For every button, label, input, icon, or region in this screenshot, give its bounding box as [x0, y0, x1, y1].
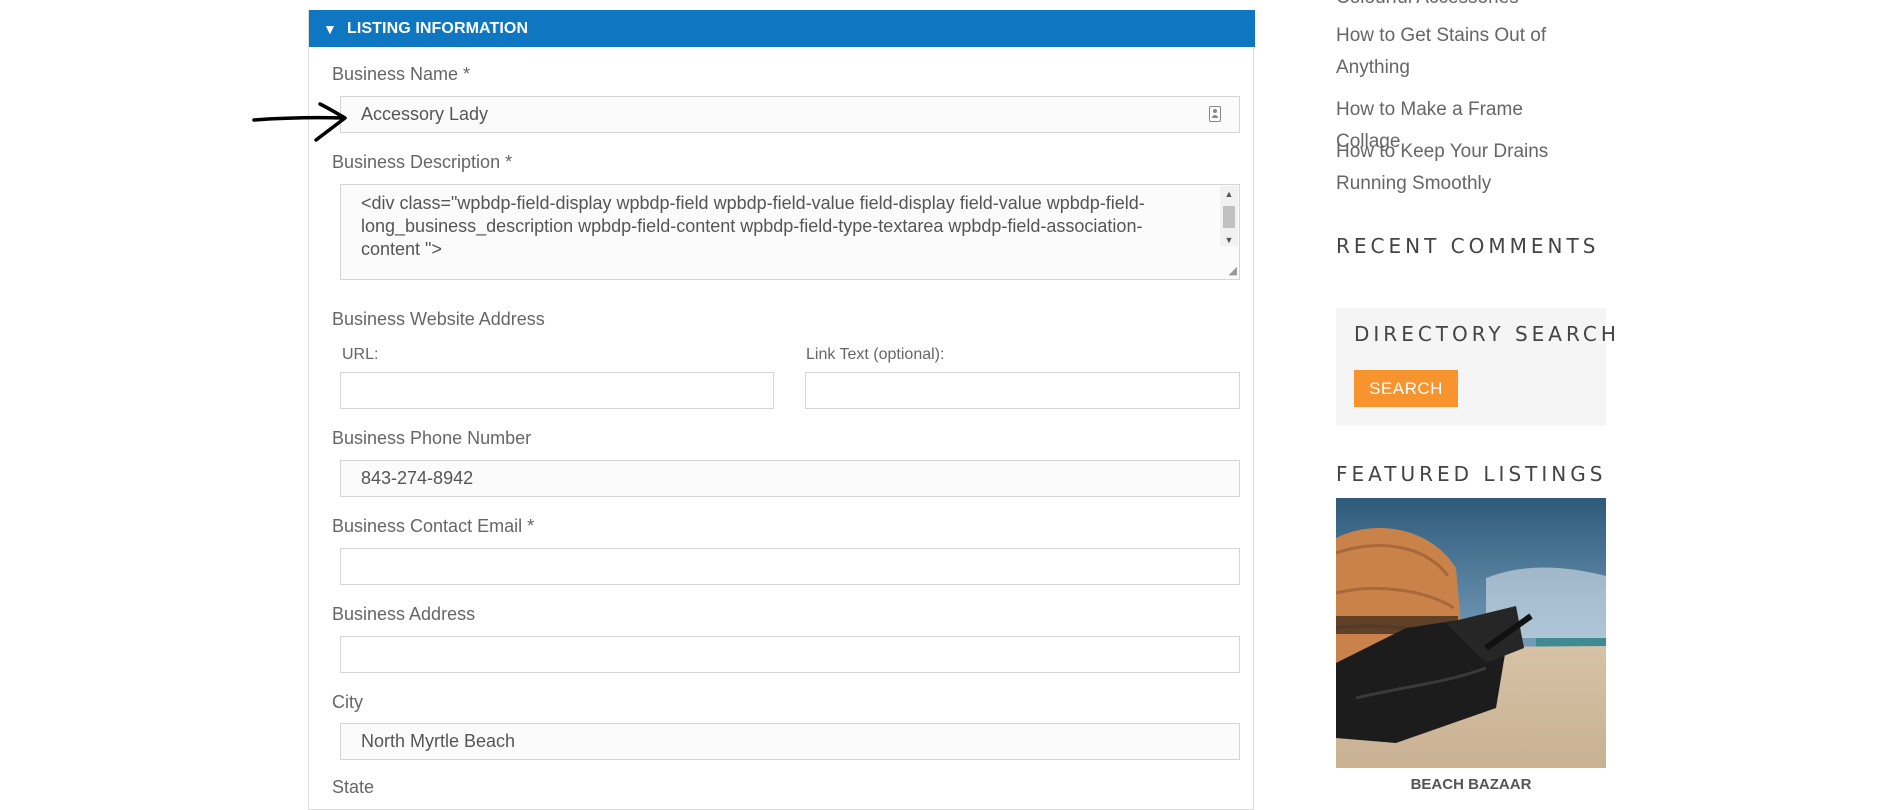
business-email-label: Business Contact Email *	[332, 516, 535, 536]
url-label: URL:	[342, 346, 379, 363]
annotation-arrow-icon	[252, 102, 347, 142]
scroll-up-arrow-icon[interactable]: ▲	[1220, 186, 1238, 202]
featured-listings-title: FEATURED LISTINGS	[1336, 462, 1607, 486]
search-button[interactable]: SEARCH	[1354, 370, 1458, 407]
business-email-input[interactable]	[340, 548, 1240, 585]
scroll-down-arrow-icon[interactable]: ▼	[1220, 232, 1238, 248]
section-title: LISTING INFORMATION	[346, 19, 529, 37]
resize-grip-icon[interactable]: ◢	[1225, 265, 1237, 277]
business-phone-value: 843-274-8942	[361, 468, 474, 488]
listing-information-header[interactable]: ▼ LISTING INFORMATION	[309, 10, 1255, 47]
business-name-input[interactable]: Accessory Lady	[340, 96, 1240, 133]
recent-comments-title: RECENT COMMENTS	[1336, 234, 1600, 258]
directory-search-title: DIRECTORY SEARCH	[1354, 322, 1620, 346]
collapse-triangle-icon[interactable]: ▼	[323, 21, 337, 37]
business-description-value: <div class="wpbdp-field-display wpbdp-fi…	[361, 193, 1145, 259]
featured-listing-caption[interactable]: BEACH BAZAAR	[1336, 776, 1606, 793]
featured-listing-image[interactable]	[1336, 498, 1606, 768]
business-name-label: Business Name *	[332, 64, 471, 84]
city-value: North Myrtle Beach	[361, 731, 516, 751]
business-description-label: Business Description *	[332, 152, 513, 172]
business-phone-label: Business Phone Number	[332, 428, 532, 448]
link-text-input[interactable]	[805, 372, 1240, 409]
business-address-label: Business Address	[332, 604, 476, 624]
city-input[interactable]: North Myrtle Beach	[340, 723, 1240, 760]
link-text-label: Link Text (optional):	[806, 346, 945, 363]
city-label: City	[332, 692, 363, 712]
sidebar-link-stains[interactable]: How to Get Stains Out of Anything	[1336, 20, 1576, 84]
business-description-textarea[interactable]: <div class="wpbdp-field-display wpbdp-fi…	[340, 184, 1240, 280]
url-input[interactable]	[340, 372, 774, 409]
description-scrollbar[interactable]: ▲ ▼	[1220, 186, 1238, 246]
business-name-value: Accessory Lady	[361, 104, 489, 124]
sidebar-link-partial[interactable]: Colourful Accessories	[1336, 0, 1576, 14]
state-label: State	[332, 777, 375, 797]
contact-card-icon[interactable]	[1209, 106, 1221, 122]
sidebar-link-drains[interactable]: How to Keep Your Drains Running Smoothly	[1336, 136, 1576, 200]
scroll-thumb[interactable]	[1223, 206, 1235, 228]
beach-hat-sunglasses-image	[1336, 498, 1606, 768]
business-phone-input[interactable]: 843-274-8942	[340, 460, 1240, 497]
business-address-input[interactable]	[340, 636, 1240, 673]
business-website-label: Business Website Address	[332, 309, 545, 329]
